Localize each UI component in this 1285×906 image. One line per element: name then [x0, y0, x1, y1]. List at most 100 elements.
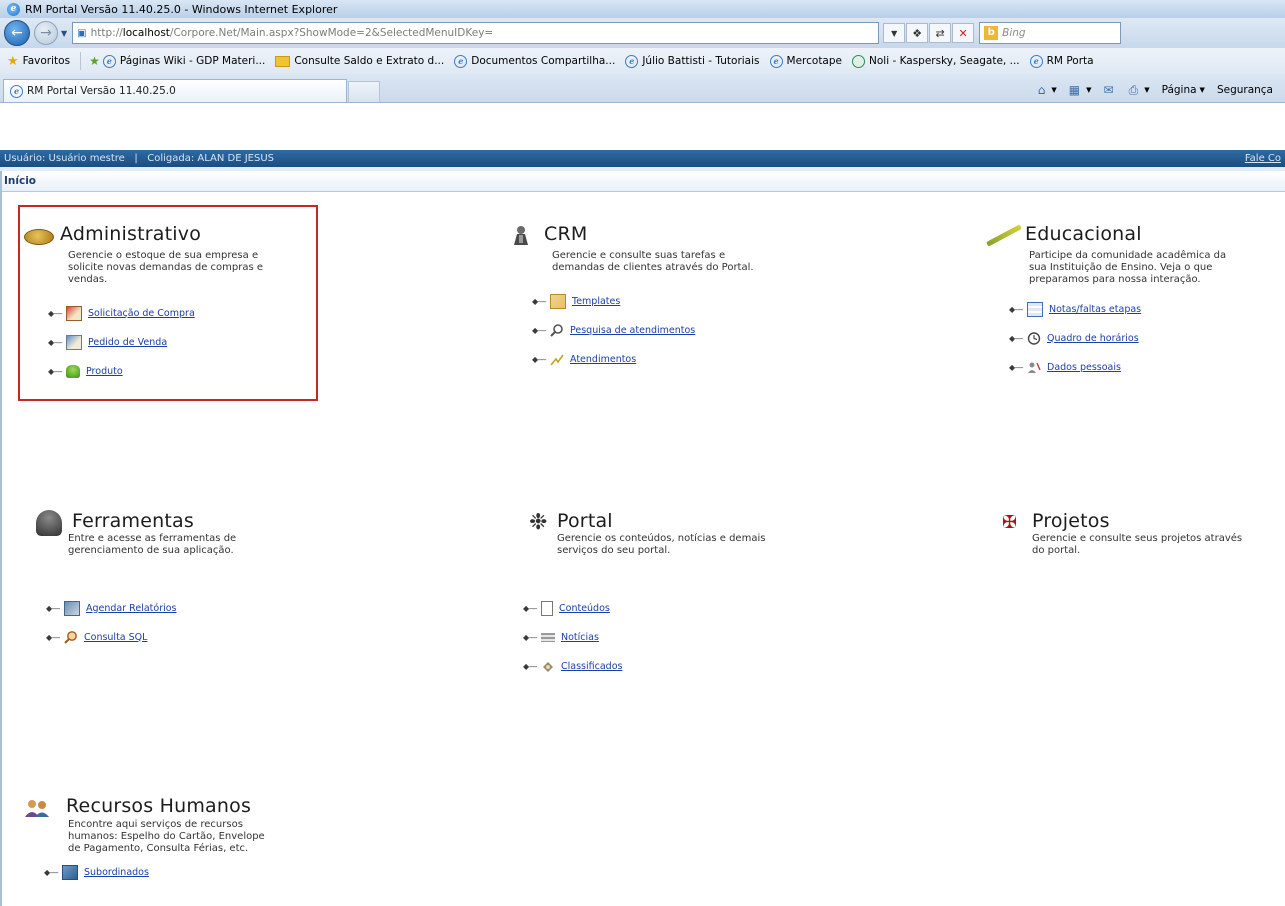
- back-button[interactable]: ←: [4, 20, 30, 46]
- new-tab-button[interactable]: [348, 81, 380, 102]
- link-consulta-sql[interactable]: Consulta SQL: [84, 632, 147, 643]
- module-description: Entre e acesse as ferramentas de gerenci…: [68, 533, 237, 556]
- sql-query-icon: [64, 630, 78, 644]
- favorite-link[interactable]: e Júlio Battisti - Tutoriais: [625, 54, 760, 68]
- mail-button[interactable]: ✉: [1104, 83, 1117, 97]
- link-subordinados[interactable]: Subordinados: [84, 867, 149, 878]
- news-icon: [541, 632, 555, 642]
- module-header: CRM: [508, 223, 768, 249]
- internet-explorer-icon: e: [7, 2, 20, 16]
- page-menu-label: Página: [1161, 84, 1197, 96]
- chevron-down-icon: ▼: [1051, 86, 1057, 94]
- address-prefix: http://: [90, 27, 123, 39]
- favorite-label: Júlio Battisti - Tutoriais: [642, 55, 760, 67]
- people-icon: [24, 795, 58, 821]
- breadcrumb-home[interactable]: Início: [4, 175, 36, 187]
- home-icon: ⌂: [1037, 83, 1046, 97]
- module-links: ◆― Conteúdos ◆― Notícias ◆― Classificado…: [523, 600, 787, 673]
- templates-icon: [550, 293, 566, 309]
- bullet-icon: ◆―: [46, 603, 61, 613]
- link-noticias[interactable]: Notícias: [561, 632, 599, 643]
- address-dropdown-icon[interactable]: ▼: [883, 23, 906, 43]
- content-left-border: [0, 171, 2, 906]
- bullet-icon: ◆―: [44, 867, 59, 877]
- forward-button[interactable]: →: [34, 21, 58, 45]
- favorite-label: Páginas Wiki - GDP Materi...: [119, 55, 266, 67]
- bullet-icon: ◆―: [532, 296, 547, 306]
- list-item: ◆― Pesquisa de atendimentos: [532, 323, 768, 337]
- ie-page-icon: e: [454, 54, 468, 68]
- ie-page-icon: e: [1029, 54, 1043, 68]
- list-item: ◆― Notas/faltas etapas: [1009, 301, 1245, 317]
- list-item: ◆― Classificados: [523, 659, 787, 673]
- compatibility-view-icon[interactable]: ❖: [906, 23, 929, 43]
- link-notas-faltas[interactable]: Notas/faltas etapas: [1049, 304, 1141, 315]
- module-title[interactable]: Portal: [557, 510, 613, 532]
- bullet-icon: ◆―: [1009, 362, 1024, 372]
- user-info-text: Usuário: Usuário mestre | Coligada: ALAN…: [4, 153, 275, 164]
- navigation-bar: ← → ▼ ▣ http://localhost/Corpore.Net/Mai…: [0, 18, 1285, 48]
- favorites-button[interactable]: ★ Favoritos: [0, 54, 70, 69]
- contents-icon: [541, 600, 553, 616]
- security-menu[interactable]: Segurança: [1217, 84, 1273, 96]
- module-crm: CRM Gerencie e consulte suas tarefas e d…: [508, 223, 768, 381]
- window-title-bar: e RM Portal Versão 11.40.25.0 - Windows …: [0, 0, 1285, 18]
- home-button[interactable]: ⌂ ▼: [1038, 83, 1057, 97]
- favorite-label: Noli - Kaspersky, Seagate, ...: [869, 55, 1020, 67]
- module-recursos-humanos: Recursos Humanos Encontre aqui serviços …: [24, 795, 284, 894]
- module-title[interactable]: CRM: [544, 223, 587, 245]
- list-item: ◆― Templates: [532, 293, 768, 309]
- recent-pages-dropdown[interactable]: ▼: [61, 29, 67, 38]
- link-classificados[interactable]: Classificados: [561, 661, 622, 672]
- favorite-link[interactable]: e Documentos Compartilha...: [454, 54, 615, 68]
- favorite-link[interactable]: e Páginas Wiki - GDP Materi...: [102, 54, 266, 68]
- print-button[interactable]: ⎙ ▼: [1129, 83, 1150, 98]
- link-atendimentos[interactable]: Atendimentos: [570, 354, 636, 365]
- page-menu[interactable]: Página ▼: [1162, 84, 1205, 96]
- favorite-link[interactable]: e Mercotape: [769, 54, 842, 68]
- favorite-link[interactable]: Noli - Kaspersky, Seagate, ...: [852, 54, 1020, 68]
- add-favorite-icon[interactable]: ★: [89, 54, 100, 68]
- module-title[interactable]: Recursos Humanos: [66, 795, 251, 817]
- module-links: ◆― Subordinados: [44, 864, 284, 880]
- bullet-icon: ◆―: [1009, 304, 1024, 314]
- list-item: ◆― Consulta SQL: [46, 630, 296, 644]
- search-box[interactable]: b Bing: [979, 22, 1122, 44]
- module-title[interactable]: Ferramentas: [72, 510, 194, 532]
- list-item: ◆― Subordinados: [44, 864, 284, 880]
- module-header: Educacional: [985, 223, 1245, 249]
- refresh-icon[interactable]: ⇄: [929, 23, 952, 43]
- kaspersky-icon: [852, 54, 865, 68]
- module-links: ◆― Notas/faltas etapas ◆― Quadro de horá…: [1009, 301, 1245, 374]
- address-host: localhost: [122, 27, 170, 39]
- bullet-icon: ◆―: [1009, 333, 1024, 343]
- link-templates[interactable]: Templates: [572, 296, 620, 307]
- link-conteudos[interactable]: Conteúdos: [559, 603, 610, 614]
- pencil-icon: [985, 223, 1023, 249]
- link-quadro-horarios[interactable]: Quadro de horários: [1047, 333, 1139, 344]
- chevron-down-icon: ▼: [1086, 86, 1092, 94]
- link-dados-pessoais[interactable]: Dados pessoais: [1047, 362, 1121, 373]
- stop-icon[interactable]: ✕: [952, 23, 975, 43]
- window-title: RM Portal Versão 11.40.25.0 - Windows In…: [25, 2, 338, 16]
- favorite-link[interactable]: Consulte Saldo e Extrato d...: [275, 55, 444, 67]
- module-title[interactable]: Projetos: [1032, 510, 1110, 532]
- feeds-button[interactable]: ▦ ▼: [1069, 83, 1092, 97]
- tab-rm-portal[interactable]: e RM Portal Versão 11.40.25.0: [3, 79, 347, 102]
- favorite-link[interactable]: e RM Porta: [1029, 54, 1094, 68]
- ie-page-icon: e: [102, 54, 116, 68]
- module-description: Gerencie e consulte seus projetos atravé…: [1032, 533, 1243, 556]
- module-educacional: Educacional Participe da comunidade acad…: [985, 223, 1245, 389]
- favorites-label: Favoritos: [22, 55, 71, 67]
- module-title[interactable]: Educacional: [1025, 223, 1142, 245]
- chevron-down-icon: ▼: [1144, 86, 1150, 94]
- bullet-icon: ◆―: [532, 325, 547, 335]
- contact-link[interactable]: Fale Co: [1245, 153, 1281, 164]
- link-pesquisa-atendimentos[interactable]: Pesquisa de atendimentos: [570, 325, 695, 336]
- link-agendar-relatorios[interactable]: Agendar Relatórios: [86, 603, 177, 614]
- address-bar[interactable]: ▣ http://localhost/Corpore.Net/Main.aspx…: [72, 22, 880, 44]
- address-tools: ▼ ❖ ⇄ ✕: [883, 23, 975, 43]
- printer-icon: ⎙: [1128, 82, 1139, 97]
- star-icon: ★: [7, 53, 19, 69]
- ie-page-icon: e: [10, 84, 23, 98]
